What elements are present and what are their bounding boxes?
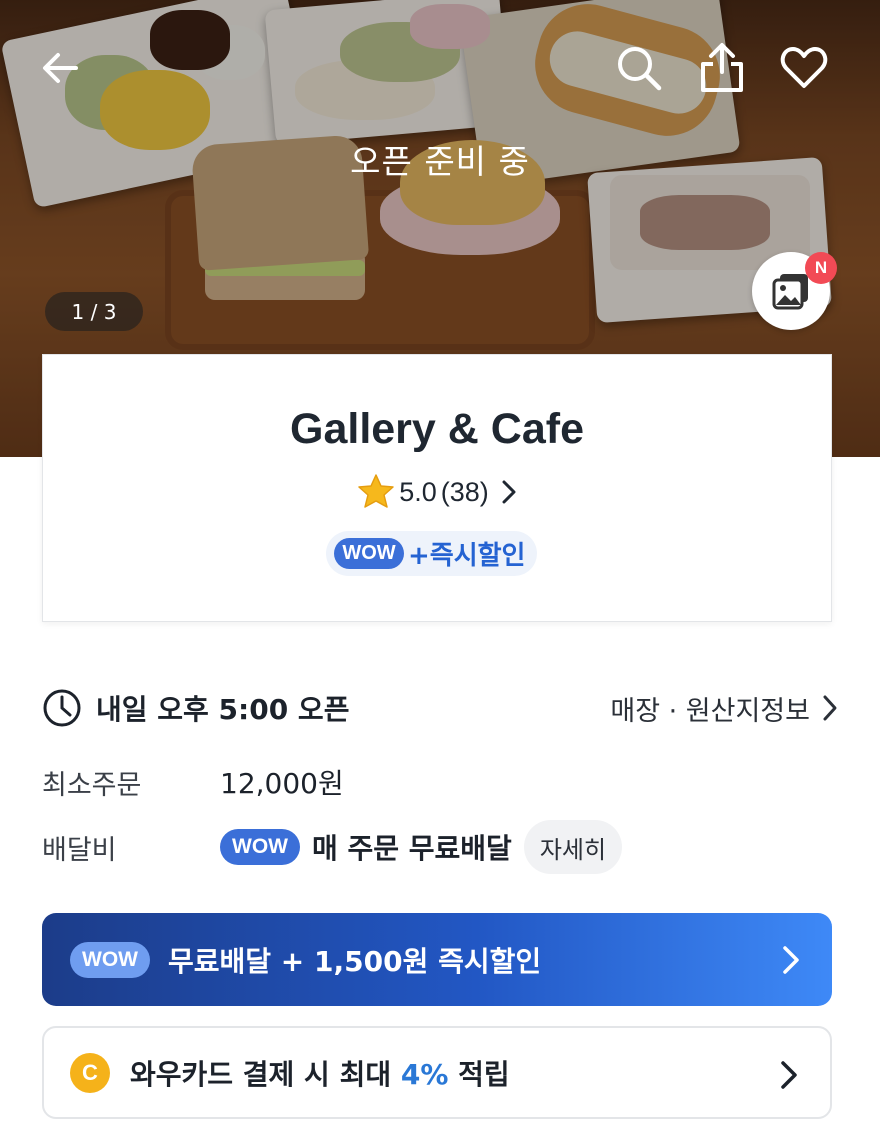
share-icon [701,43,743,92]
coin-icon: C [70,1052,110,1093]
favorite-button[interactable] [776,40,832,96]
delivery-fee-label: 배달비 [42,834,117,866]
chevron-right-icon [822,694,838,722]
star-icon [357,473,395,511]
open-hours-row: 내일 오후 5:00 오픈 매장 · 원산지정보 [42,684,838,732]
min-order-row: 최소주문 12,000원 [42,760,838,804]
wow-badge: WOW [220,829,300,865]
new-badge: N [805,252,837,284]
open-time: 내일 오후 5:00 오픈 [96,693,350,726]
card-promo-text: 와우카드 결제 시 최대 4% 적립 [130,1053,510,1093]
card-promo-text-before: 와우카드 결제 시 최대 [130,1057,401,1091]
card-promo-text-after: 적립 [448,1057,510,1091]
wow-badge: WOW [70,941,150,978]
review-count: (38) [440,476,489,507]
delivery-fee-row: 배달비 WOW 매 주문 무료배달 자세히 [42,820,838,874]
back-arrow-icon [43,53,78,83]
wow-card-promo-banner[interactable]: C 와우카드 결제 시 최대 4% 적립 [42,1026,832,1119]
wow-discount-pill: WOW +즉시할인 [326,531,538,576]
rating-row[interactable]: 5.0 (38) [43,473,831,511]
delivery-fee-value: 매 주문 무료배달 [312,832,512,865]
photo-counter: 1 / 3 [45,292,143,331]
chevron-right-icon [780,1060,798,1090]
store-origin-info-label: 매장 · 원산지정보 [610,695,810,727]
chevron-right-icon [782,945,800,975]
search-icon [618,47,662,91]
min-order-label: 최소주문 [42,769,142,801]
wow-promo-banner[interactable]: WOW 무료배달 + 1,500원 즉시할인 [42,913,832,1006]
search-button[interactable] [611,40,667,96]
store-info-card: Gallery & Cafe 5.0 (38) WOW +즉시할인 [42,354,832,622]
store-name: Gallery & Cafe [290,405,584,453]
chevron-right-icon [501,479,517,505]
min-order-value: 12,000원 [220,767,344,800]
promo-text: 무료배달 + 1,500원 즉시할인 [168,944,542,978]
delivery-fee-detail-button[interactable]: 자세히 [523,820,623,874]
back-button[interactable] [32,40,88,96]
instant-discount-label: +즉시할인 [408,541,526,571]
heart-icon [780,47,828,88]
clock-icon [43,689,81,727]
open-status-overlay: 오픈 준비 중 [350,142,530,181]
rating-value: 5.0 [399,476,437,507]
store-origin-info-link[interactable]: 매장 · 원산지정보 [610,689,838,728]
share-button[interactable] [694,40,750,96]
card-promo-highlight: 4% [400,1057,449,1091]
photo-gallery-icon [772,274,808,310]
wow-badge: WOW [334,538,404,569]
